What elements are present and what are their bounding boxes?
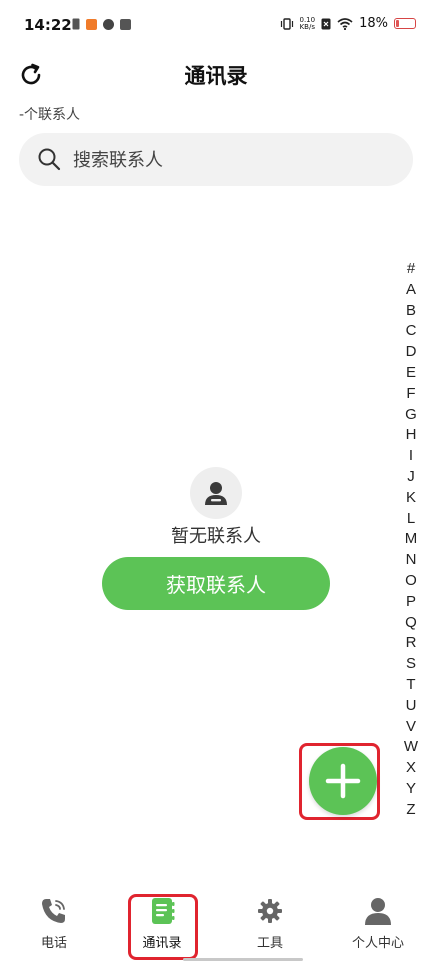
status-time: 14:22	[24, 16, 72, 34]
index-letter[interactable]: V	[406, 717, 416, 738]
nav-label-tools: 工具	[256, 936, 283, 951]
sim-card-icon	[72, 18, 80, 30]
app-header: 通讯录	[0, 54, 432, 98]
index-letter[interactable]: G	[405, 405, 417, 426]
index-letter[interactable]: T	[406, 675, 415, 696]
index-letter[interactable]: D	[406, 342, 417, 363]
battery-icon	[394, 18, 416, 29]
index-letter[interactable]: X	[406, 758, 416, 779]
app-notification-icon	[86, 18, 97, 30]
index-letter[interactable]: I	[409, 446, 413, 467]
home-indicator	[183, 958, 303, 961]
no-sim-icon	[321, 18, 331, 29]
network-speed-unit: KB/s	[299, 22, 315, 31]
index-letter[interactable]: B	[406, 301, 416, 322]
empty-avatar	[190, 467, 242, 519]
index-letter[interactable]: R	[406, 633, 417, 654]
network-speed: 0.10 KB/s	[299, 16, 316, 31]
index-letter[interactable]: Q	[405, 613, 417, 634]
gear-icon	[258, 899, 282, 923]
message-notification-icon	[120, 18, 131, 30]
phone-icon	[42, 899, 65, 923]
person-icon	[205, 482, 227, 505]
search-bar[interactable]	[19, 133, 413, 188]
empty-state-message: 暂无联系人	[171, 526, 261, 547]
wifi-icon	[337, 17, 353, 30]
person-icon	[365, 898, 391, 925]
index-letter[interactable]: E	[406, 363, 416, 384]
index-letter[interactable]: #	[407, 259, 415, 280]
contact-count: -个联系人	[19, 107, 81, 123]
index-letter[interactable]: F	[406, 384, 415, 405]
nav-label-profile: 个人中心	[351, 936, 404, 951]
status-notification-icons	[72, 18, 131, 30]
search-input[interactable]	[71, 133, 395, 188]
sync-notification-icon	[103, 18, 114, 30]
nav-highlight-box	[128, 894, 198, 960]
index-letter[interactable]: U	[406, 696, 417, 717]
nav-label-phone: 电话	[40, 936, 67, 951]
index-letter[interactable]: J	[407, 467, 415, 488]
status-bar: 14:22 0.10 KB/s 18%	[0, 0, 432, 50]
index-letter[interactable]: N	[406, 550, 417, 571]
index-letter[interactable]: W	[404, 737, 418, 758]
nav-item-tools[interactable]: 工具	[220, 896, 320, 951]
index-letter[interactable]: S	[406, 654, 416, 675]
vibrate-icon	[280, 17, 293, 30]
index-letter[interactable]: O	[405, 571, 417, 592]
fetch-contacts-button[interactable]: 获取联系人	[102, 557, 330, 610]
index-letter[interactable]: K	[406, 488, 416, 509]
status-right-icons: 0.10 KB/s 18%	[280, 16, 416, 31]
index-letter[interactable]: P	[406, 592, 416, 613]
page-title: 通讯录	[184, 64, 248, 88]
battery-level-fill	[396, 20, 399, 27]
index-letter[interactable]: C	[406, 321, 417, 342]
add-contact-button[interactable]	[309, 747, 377, 815]
index-letter[interactable]: A	[406, 280, 416, 301]
bottom-navigation: 电话 通讯录 工具 个人中心	[0, 880, 432, 964]
index-letter[interactable]: Z	[406, 800, 415, 821]
index-letter[interactable]: Y	[406, 779, 416, 800]
index-letter[interactable]: H	[406, 425, 417, 446]
plus-icon	[325, 763, 361, 799]
search-icon	[38, 148, 61, 171]
nav-item-phone[interactable]: 电话	[4, 896, 104, 951]
nav-item-profile[interactable]: 个人中心	[328, 896, 428, 951]
battery-percent: 18%	[359, 16, 388, 31]
